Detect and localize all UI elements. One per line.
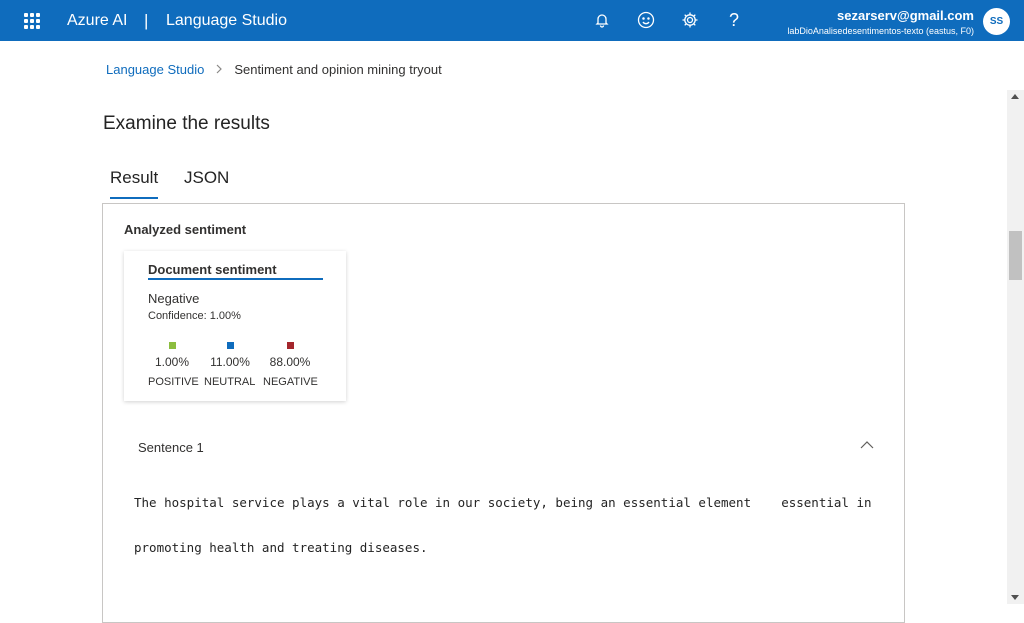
score-positive-label: POSITIVE	[148, 376, 199, 388]
document-sentiment-title: Document sentiment	[148, 262, 323, 280]
document-confidence: Confidence: 1.00%	[148, 310, 241, 322]
breadcrumb-current: Sentiment and opinion mining tryout	[234, 62, 442, 77]
positive-swatch-icon	[168, 342, 176, 349]
chevron-right-icon	[215, 63, 223, 77]
app-launcher-icon[interactable]	[24, 13, 40, 29]
product-name[interactable]: Language Studio	[166, 12, 287, 30]
score-neutral: 11.00%	[200, 342, 260, 369]
negative-swatch-icon	[286, 342, 294, 349]
document-sentiment-value: Negative	[148, 291, 200, 306]
scroll-thumb[interactable]	[1009, 231, 1022, 280]
score-neutral-label: NEUTRAL	[204, 376, 256, 388]
page-title: Examine the results	[103, 113, 270, 134]
scroll-down-icon[interactable]	[1011, 595, 1019, 600]
neutral-swatch-icon	[226, 342, 234, 349]
gear-icon[interactable]	[679, 9, 701, 31]
chevron-up-icon[interactable]	[860, 438, 874, 452]
results-panel: Analyzed sentiment Document sentiment Ne…	[102, 203, 905, 623]
breadcrumb-root-link[interactable]: Language Studio	[106, 62, 204, 77]
smiley-icon[interactable]	[635, 9, 657, 31]
page-scrollbar[interactable]	[1007, 90, 1024, 604]
tab-result[interactable]: Result	[110, 168, 159, 199]
analyzed-sentiment-label: Analyzed sentiment	[124, 222, 247, 237]
score-negative-label: NEGATIVE	[263, 376, 318, 388]
breadcrumb: Language Studio Sentiment and opinion mi…	[106, 62, 442, 77]
account-email[interactable]: sezarserv@gmail.com	[837, 8, 974, 23]
score-negative: 88.00%	[260, 342, 320, 369]
score-positive: 1.00%	[142, 342, 202, 369]
document-sentiment-card: Document sentiment Negative Confidence: …	[124, 251, 346, 401]
score-negative-value: 88.00%	[269, 355, 311, 369]
help-icon[interactable]: ?	[723, 9, 745, 31]
score-positive-value: 1.00%	[154, 355, 190, 369]
scroll-up-icon[interactable]	[1011, 94, 1019, 99]
sentence-1-title[interactable]: Sentence 1	[138, 440, 204, 455]
sentence-1-line-2: promoting health and treating diseases.	[134, 540, 428, 555]
score-neutral-value: 11.00%	[210, 355, 250, 369]
brand-separator: |	[144, 11, 149, 30]
brand-name[interactable]: Azure AI	[67, 12, 127, 30]
top-bar: Azure AI | Language Studio ? sezarserv@g…	[0, 0, 1024, 41]
avatar[interactable]: SS	[983, 8, 1010, 35]
sentence-1-line-1: The hospital service plays a vital role …	[134, 495, 872, 510]
tab-json[interactable]: JSON	[184, 168, 229, 199]
bell-icon[interactable]	[591, 9, 613, 31]
sentence-1-text: The hospital service plays a vital role …	[134, 480, 894, 570]
account-directory[interactable]: labDioAnalisedesentimentos-texto (eastus…	[787, 26, 974, 36]
